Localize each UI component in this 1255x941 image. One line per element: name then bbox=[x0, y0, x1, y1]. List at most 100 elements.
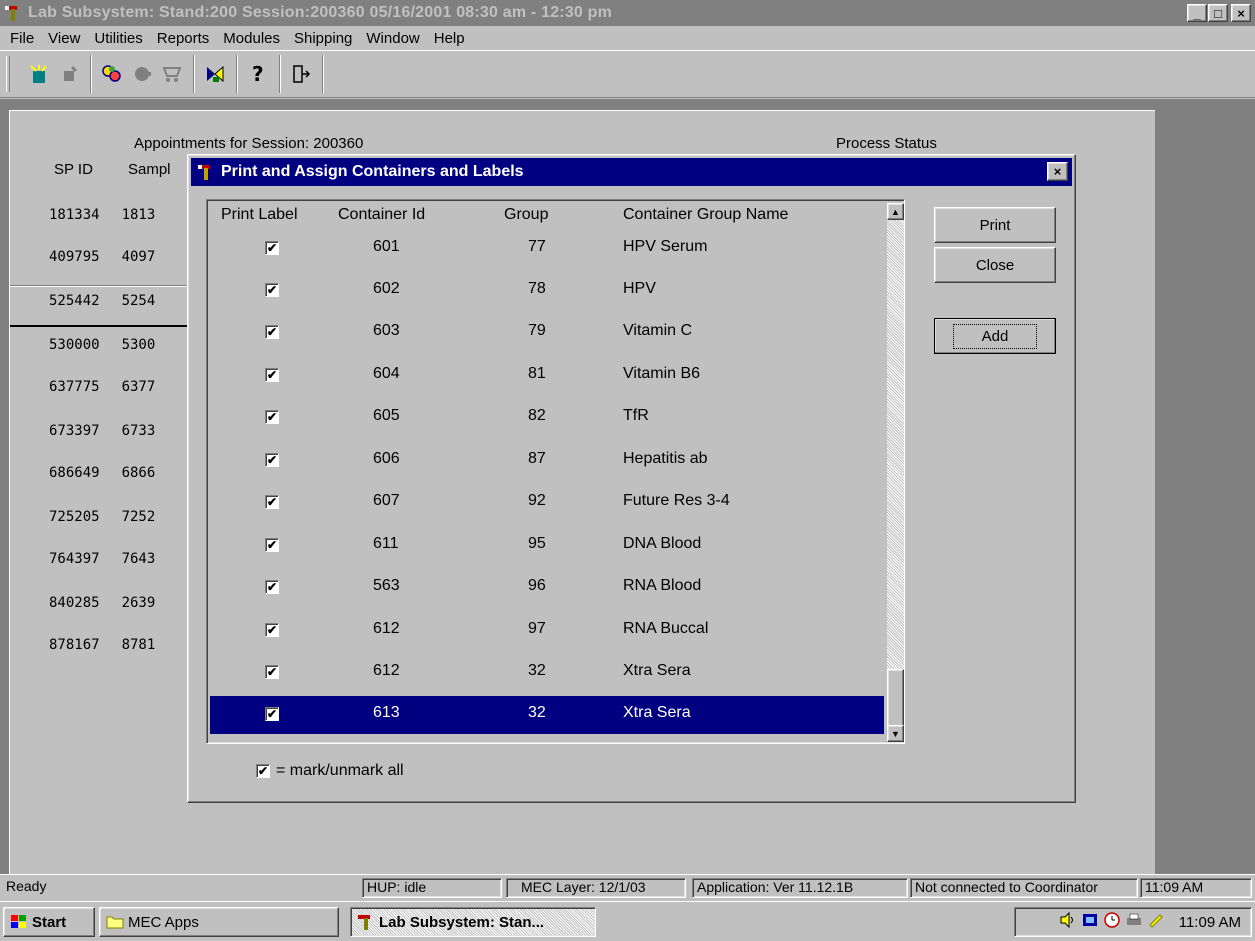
container-icon[interactable] bbox=[200, 59, 230, 89]
scroll-down-icon[interactable]: ▼ bbox=[887, 725, 904, 742]
people-icon[interactable] bbox=[97, 59, 127, 89]
group-name: Future Res 3-4 bbox=[623, 492, 730, 509]
appointment-row[interactable]: 764397 7643 bbox=[49, 551, 155, 567]
print-label-checkbox[interactable]: ✔ bbox=[265, 325, 279, 339]
header-group-name[interactable]: Container Group Name bbox=[623, 206, 788, 224]
group-name: RNA Buccal bbox=[623, 620, 709, 637]
pen-icon[interactable] bbox=[54, 59, 84, 89]
container-row[interactable]: ✔ 612 32 Xtra Sera bbox=[210, 654, 884, 692]
clock-tray-icon[interactable] bbox=[1103, 911, 1121, 933]
container-row[interactable]: ✔ 611 95 DNA Blood bbox=[210, 527, 884, 565]
sample-id: 7643 bbox=[121, 551, 156, 567]
system-tray: 11:09 AM bbox=[1014, 907, 1252, 937]
taskbar-lab-subsystem[interactable]: Lab Subsystem: Stan... bbox=[350, 907, 596, 937]
close-button[interactable]: Close bbox=[934, 247, 1056, 283]
minimize-button[interactable]: _ bbox=[1187, 4, 1207, 22]
containers-list[interactable]: Print Label Container Id Group Container… bbox=[206, 199, 905, 744]
appointment-row[interactable]: 878167 8781 bbox=[49, 637, 155, 653]
printer-tray-icon[interactable] bbox=[1125, 912, 1143, 933]
container-row[interactable]: ✔ 601 77 HPV Serum bbox=[210, 230, 884, 268]
container-id: 606 bbox=[373, 450, 400, 467]
header-print-label[interactable]: Print Label bbox=[221, 206, 298, 224]
print-label-checkbox[interactable]: ✔ bbox=[265, 707, 279, 721]
sp-id: 673397 bbox=[49, 423, 100, 439]
print-button[interactable]: Print bbox=[934, 207, 1056, 243]
appointment-row[interactable]: 686649 6866 bbox=[49, 465, 155, 481]
menu-view[interactable]: View bbox=[41, 30, 87, 47]
menu-shipping[interactable]: Shipping bbox=[287, 30, 359, 47]
container-row-selected[interactable]: ✔ 613 32 Xtra Sera bbox=[210, 696, 872, 734]
close-window-button[interactable]: × bbox=[1231, 4, 1251, 22]
exit-icon[interactable] bbox=[286, 59, 316, 89]
add-button[interactable]: Add bbox=[934, 318, 1056, 354]
container-row[interactable]: ✔ 602 78 HPV bbox=[210, 272, 884, 310]
print-label-checkbox[interactable]: ✔ bbox=[265, 241, 279, 255]
print-label-checkbox[interactable]: ✔ bbox=[265, 580, 279, 594]
container-row[interactable]: ✔ 612 97 RNA Buccal bbox=[210, 612, 884, 650]
print-label-checkbox[interactable]: ✔ bbox=[265, 538, 279, 552]
start-label: Start bbox=[32, 913, 67, 931]
group-name: Vitamin C bbox=[623, 322, 693, 339]
speaker-icon[interactable] bbox=[1059, 911, 1077, 933]
status-bar: Ready HUP: idle MEC Layer: 12/1/03 Appli… bbox=[0, 874, 1255, 900]
window-title-bar[interactable]: Lab Subsystem: Stand:200 Session:200360 … bbox=[0, 0, 1255, 26]
sp-id: 686649 bbox=[49, 465, 100, 481]
taskbar: Start MEC Apps Lab Subsystem: Stan... 11… bbox=[0, 901, 1255, 941]
dialog-close-icon[interactable]: × bbox=[1047, 162, 1068, 181]
record-icon[interactable] bbox=[127, 59, 157, 89]
appointment-row[interactable]: 725205 7252 bbox=[49, 509, 155, 525]
vertical-scrollbar[interactable]: ▲ ▼ bbox=[887, 203, 904, 742]
mark-all-checkbox[interactable]: ✔ bbox=[256, 764, 270, 778]
new-icon[interactable] bbox=[24, 59, 54, 89]
print-label-checkbox[interactable]: ✔ bbox=[265, 453, 279, 467]
scroll-thumb[interactable] bbox=[887, 669, 904, 727]
print-label-checkbox[interactable]: ✔ bbox=[265, 665, 279, 679]
container-row[interactable]: ✔ 606 87 Hepatitis ab bbox=[210, 442, 884, 480]
menu-file[interactable]: File bbox=[3, 30, 41, 47]
start-button[interactable]: Start bbox=[3, 907, 95, 937]
appointment-row[interactable]: 673397 6733 bbox=[49, 423, 155, 439]
group-number: 96 bbox=[528, 577, 546, 594]
menu-modules[interactable]: Modules bbox=[216, 30, 287, 47]
taskbar-clock[interactable]: 11:09 AM bbox=[1179, 914, 1241, 931]
container-row[interactable]: ✔ 563 96 RNA Blood bbox=[210, 569, 884, 607]
print-label-checkbox[interactable]: ✔ bbox=[265, 283, 279, 297]
sp-id: 409795 bbox=[49, 249, 100, 265]
dialog-title-bar[interactable]: Print and Assign Containers and Labels × bbox=[191, 158, 1072, 186]
mark-all-control[interactable]: ✔ = mark/unmark all bbox=[256, 762, 404, 780]
header-group[interactable]: Group bbox=[504, 206, 548, 224]
container-id: 602 bbox=[373, 280, 400, 297]
menu-reports[interactable]: Reports bbox=[150, 30, 217, 47]
appointment-row[interactable]: 409795 4097 bbox=[49, 249, 155, 265]
appointment-row[interactable]: 840285 2639 bbox=[49, 595, 155, 611]
appointment-row[interactable]: 525442 5254 bbox=[49, 293, 155, 309]
container-row[interactable]: ✔ 604 81 Vitamin B6 bbox=[210, 357, 884, 395]
pen-tray-icon[interactable] bbox=[1147, 912, 1165, 933]
group-name: Xtra Sera bbox=[623, 704, 691, 721]
appointment-row[interactable]: 637775 6377 bbox=[49, 379, 155, 395]
network-icon[interactable] bbox=[1081, 912, 1099, 933]
menu-help[interactable]: Help bbox=[427, 30, 472, 47]
taskbar-mec-apps[interactable]: MEC Apps bbox=[99, 907, 339, 937]
container-id: 612 bbox=[373, 662, 400, 679]
sp-id: 181334 bbox=[49, 207, 100, 223]
container-row[interactable]: ✔ 603 79 Vitamin C bbox=[210, 314, 884, 352]
print-label-checkbox[interactable]: ✔ bbox=[265, 495, 279, 509]
menu-window[interactable]: Window bbox=[359, 30, 426, 47]
header-container-id[interactable]: Container Id bbox=[338, 206, 425, 224]
print-label-checkbox[interactable]: ✔ bbox=[265, 368, 279, 382]
taskbar-lab-subsystem-label: Lab Subsystem: Stan... bbox=[379, 913, 545, 931]
group-number: 77 bbox=[528, 238, 546, 255]
appointment-row[interactable]: 181334 1813 bbox=[49, 207, 155, 223]
container-row[interactable]: ✔ 605 82 TfR bbox=[210, 399, 884, 437]
help-icon[interactable]: ? bbox=[243, 59, 273, 89]
menu-utilities[interactable]: Utilities bbox=[87, 30, 149, 47]
print-label-checkbox[interactable]: ✔ bbox=[265, 623, 279, 637]
restore-button[interactable]: □ bbox=[1208, 4, 1228, 22]
sample-id: 2639 bbox=[121, 595, 156, 611]
print-label-checkbox[interactable]: ✔ bbox=[265, 410, 279, 424]
appointment-row[interactable]: 530000 5300 bbox=[49, 337, 155, 353]
container-row[interactable]: ✔ 607 92 Future Res 3-4 bbox=[210, 484, 884, 522]
scroll-up-icon[interactable]: ▲ bbox=[887, 203, 904, 220]
cart-icon[interactable] bbox=[157, 59, 187, 89]
